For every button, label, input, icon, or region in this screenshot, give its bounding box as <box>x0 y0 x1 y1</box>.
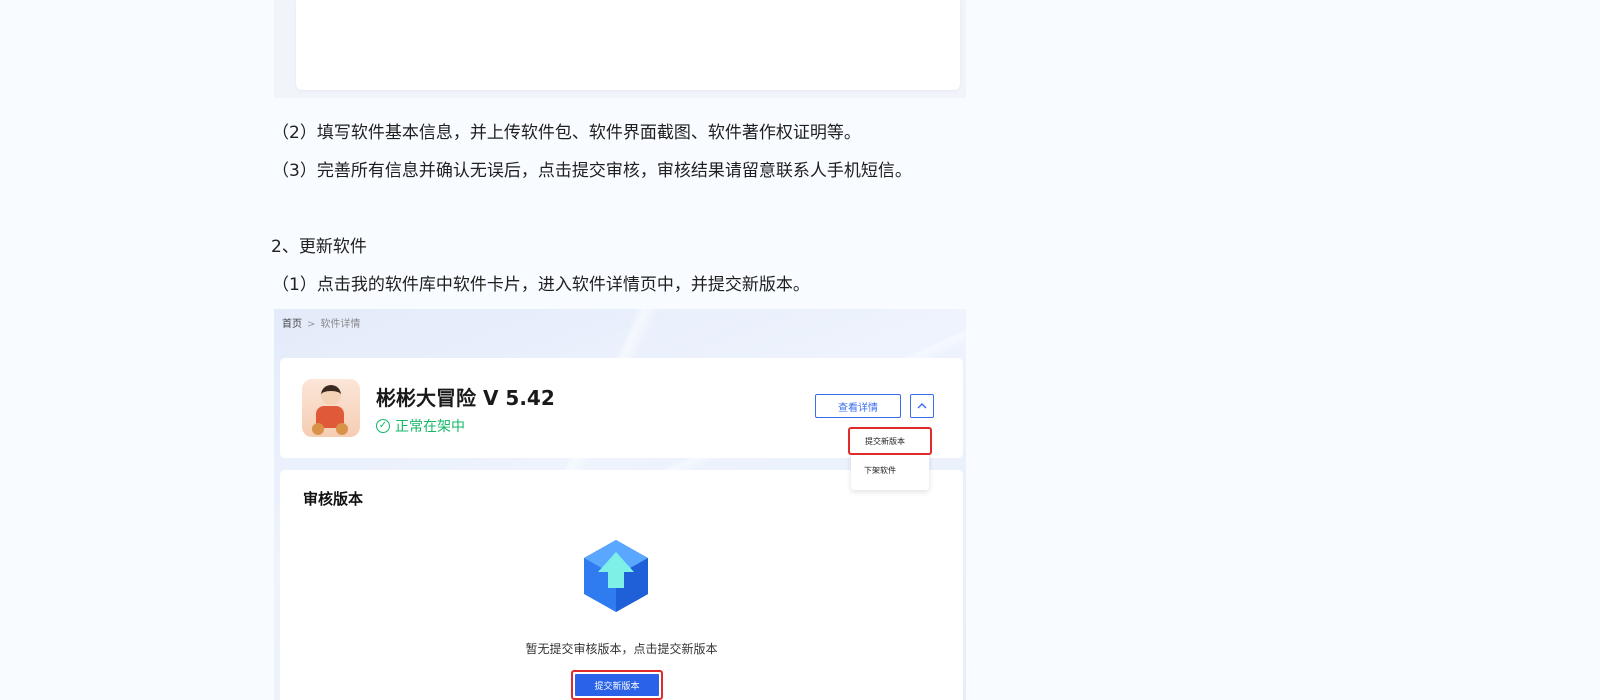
app-status: ✓ 正常在架中 <box>376 416 465 436</box>
upload-icon <box>584 540 648 612</box>
audit-title: 审核版本 <box>303 490 364 508</box>
previous-screenshot <box>274 0 966 98</box>
submit-new-version-highlight: 提交新版本 <box>571 670 663 700</box>
breadcrumb-separator: > <box>307 319 316 330</box>
dropdown-item-delist[interactable]: 下架软件 <box>851 457 929 483</box>
breadcrumb-home[interactable]: 首页 <box>282 319 302 330</box>
audit-version-card: 审核版本 暂无提交审核版本，点击提交新版本 提交新版本 <box>280 470 963 700</box>
section2-heading: 2、更新软件 <box>271 237 367 257</box>
software-detail-screenshot: 首页 > 软件详情 彬彬大冒险 V 5.42 ✓ 正常在架中 查看详情 提交新版本 … <box>274 309 966 700</box>
empty-state-text: 暂无提交审核版本，点击提交新版本 <box>525 642 718 656</box>
app-name: 彬彬大冒险 V 5.42 <box>376 386 555 410</box>
breadcrumb: 首页 > 软件详情 <box>282 315 360 330</box>
submit-new-version-button[interactable]: 提交新版本 <box>575 674 659 696</box>
more-actions-button[interactable] <box>910 394 934 418</box>
view-details-button[interactable]: 查看详情 <box>815 394 901 418</box>
previous-screenshot-panel <box>296 0 960 90</box>
dropdown-item-submit-new-version[interactable]: 提交新版本 <box>848 427 932 455</box>
breadcrumb-current: 软件详情 <box>320 319 361 330</box>
actions-dropdown: 提交新版本 下架软件 <box>848 427 932 490</box>
step2-text: （2）填写软件基本信息，并上传软件包、软件界面截图、软件著作权证明等。 <box>272 123 861 143</box>
app-status-label: 正常在架中 <box>395 419 465 435</box>
app-icon <box>302 379 360 437</box>
step3-text: （3）完善所有信息并确认无误后，点击提交审核，审核结果请留意联系人手机短信。 <box>272 161 912 181</box>
update-step1-text: （1）点击我的软件库中软件卡片，进入软件详情页中，并提交新版本。 <box>272 275 810 295</box>
check-circle-icon: ✓ <box>376 419 390 433</box>
chevron-up-icon <box>917 403 927 409</box>
